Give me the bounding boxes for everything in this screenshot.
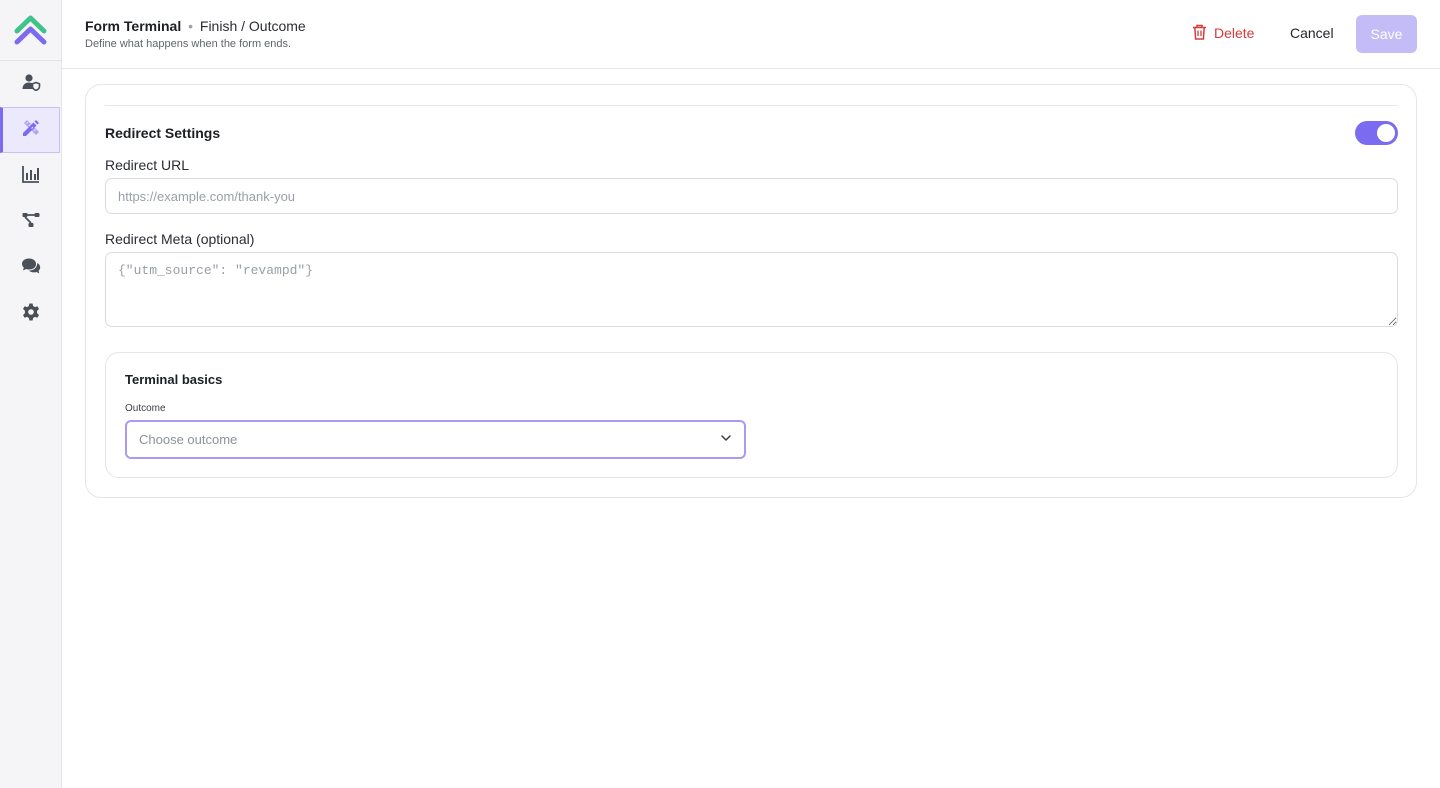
redirect-settings-title: Redirect Settings	[105, 125, 221, 141]
terminal-settings-card: Redirect Settings Redirect URL Redirect …	[85, 84, 1417, 498]
flow-diagram-icon	[21, 210, 41, 235]
nav-item-settings[interactable]	[0, 291, 61, 337]
redirect-meta-textarea[interactable]	[105, 252, 1398, 327]
nav-item-messages[interactable]	[0, 245, 61, 291]
redirect-meta-label: Redirect Meta (optional)	[105, 231, 255, 247]
terminal-basics-card: Terminal basics Outcome Choose outcome	[105, 352, 1398, 478]
redirect-url-input[interactable]	[105, 178, 1398, 214]
outcome-select[interactable]: Choose outcome	[125, 420, 746, 459]
terminal-basics-title: Terminal basics	[125, 372, 223, 387]
redirect-toggle[interactable]	[1355, 121, 1398, 145]
pencil-ruler-icon	[21, 118, 41, 143]
chevron-down-icon	[720, 431, 732, 449]
nav-item-editor[interactable]	[0, 107, 60, 153]
app-logo[interactable]	[14, 14, 47, 46]
outcome-label: Outcome	[125, 403, 166, 414]
chat-bubbles-icon	[21, 256, 41, 281]
save-button[interactable]: Save	[1356, 15, 1417, 53]
toggle-knob	[1377, 124, 1395, 142]
title-form-type: Form Terminal	[85, 18, 182, 34]
page-title: Form Terminal • Finish / Outcome	[85, 18, 306, 34]
nav-item-flows[interactable]	[0, 199, 61, 245]
delete-button[interactable]: Delete	[1192, 22, 1254, 44]
redirect-url-label: Redirect URL	[105, 157, 190, 173]
outcome-select-value: Choose outcome	[139, 432, 238, 447]
user-shield-icon	[21, 72, 41, 97]
trash-icon	[1192, 24, 1207, 43]
card-divider	[105, 105, 1398, 106]
delete-label: Delete	[1214, 25, 1255, 41]
page-header: Form Terminal • Finish / Outcome Define …	[62, 0, 1440, 69]
page-subtitle: Define what happens when the form ends.	[85, 38, 292, 50]
nav-item-users[interactable]	[0, 61, 61, 107]
sidebar	[0, 0, 62, 788]
gear-icon	[21, 302, 41, 327]
bar-chart-icon	[21, 164, 41, 189]
cancel-button[interactable]: Cancel	[1290, 25, 1334, 41]
title-node-name: Finish / Outcome	[199, 18, 306, 34]
title-separator: •	[188, 18, 193, 34]
nav-item-analytics[interactable]	[0, 153, 61, 199]
